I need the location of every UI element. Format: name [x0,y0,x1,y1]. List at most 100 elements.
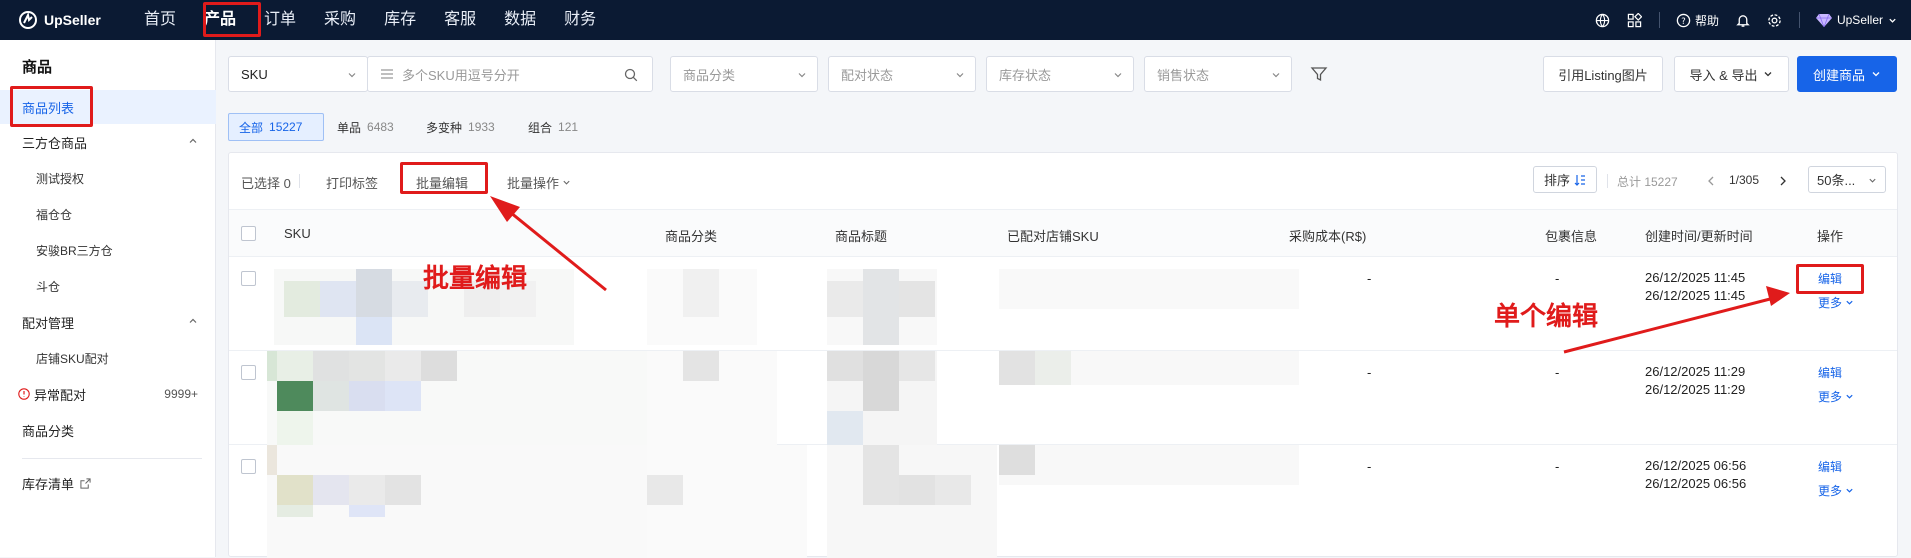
category-select[interactable]: 商品分类 [670,56,818,92]
edit-link[interactable]: 编辑 [1818,458,1842,475]
chevron-left-icon[interactable] [1705,175,1717,187]
col-created-updated: 创建时间/更新时间 [1645,229,1753,244]
create-product-button[interactable]: 创建商品 [1797,56,1897,92]
tab-single[interactable]: 单品 6483 [327,113,404,141]
page-size-select[interactable]: 50条... [1808,166,1886,193]
tab-label: 单品 [337,120,362,135]
more-actions-menu[interactable]: 更多 [1818,482,1854,499]
sku-search-placeholder: 多个SKU用逗号分开 [402,67,520,83]
sidebar-item-shop-sku-match[interactable]: 店铺SKU配对 [0,341,216,375]
divider [1658,12,1660,28]
sidebar-item-fucang[interactable]: 福仓仓 [0,197,216,231]
page-size-value: 50条... [1817,173,1856,188]
updated-time: 26/12/2025 06:56 [1645,476,1747,491]
external-link-icon [80,477,91,489]
stock-status-select[interactable]: 库存状态 [986,56,1134,92]
nav-data[interactable]: 数据 [490,0,550,40]
chevron-down-icon [1764,72,1772,77]
annotation-bulk-edit: 批量编辑 [423,264,528,294]
chevron-down-icon [348,73,356,78]
col-purchase-cost: 采购成本(R$) [1289,229,1367,244]
sidebar-item-anjun-br[interactable]: 安骏BR三方仓 [0,233,216,267]
search-icon[interactable] [624,68,638,82]
nav-customer-service[interactable]: 客服 [430,0,490,40]
tab-bundle[interactable]: 组合 121 [518,113,588,141]
import-export-label: 导入 & 导出 [1689,67,1758,83]
total-count: 总计 15227 [1617,175,1678,189]
divider [299,174,300,188]
chevron-down-icon [1846,488,1853,493]
chevron-up-icon [189,318,197,323]
tab-all[interactable]: 全部 15227 [228,113,324,141]
gear-icon[interactable] [1767,12,1783,28]
sidebar-item-label: 测试授权 [36,171,85,186]
sidebar-item-label: 福仓仓 [36,207,73,222]
main-nav: 首页 产品 订单 采购 库存 客服 数据 财务 [130,0,610,40]
row-checkbox[interactable] [241,459,256,474]
sku-search-input[interactable]: 多个SKU用逗号分开 [367,56,653,92]
table-header: SKU 商品分类 商品标题 已配对店铺SKU 采购成本(R$) 包裹信息 创建时… [229,209,1897,257]
sidebar-item-stock-list[interactable]: 库存清单 [0,466,216,500]
import-export-button[interactable]: 导入 & 导出 [1674,56,1789,92]
blurred-sku-image [267,351,647,445]
blurred-matched-sku [999,445,1299,485]
sidebar-item-match-management[interactable]: 配对管理 [0,305,216,339]
chevron-right-icon[interactable] [1777,175,1789,187]
select-all-checkbox[interactable] [241,226,256,241]
edit-link[interactable]: 编辑 [1818,364,1842,381]
nav-finance[interactable]: 财务 [550,0,610,40]
match-status-placeholder: 配对状态 [841,67,894,83]
category-placeholder: 商品分类 [683,67,736,83]
sidebar-item-test-auth[interactable]: 测试授权 [0,161,216,195]
sidebar-item-product-category[interactable]: 商品分类 [0,413,216,447]
tab-multi-variant[interactable]: 多变种 1933 [416,113,505,141]
row-checkbox[interactable] [241,365,256,380]
nav-products[interactable]: 产品 [190,0,250,40]
sale-status-select[interactable]: 销售状态 [1144,56,1292,92]
more-actions-menu[interactable]: 更多 [1818,294,1854,311]
col-package-info: 包裹信息 [1545,229,1598,244]
help-link[interactable]: ? 帮助 [1676,12,1719,29]
tab-label: 组合 [528,120,553,135]
sidebar-item-doucang[interactable]: 斗仓 [0,269,216,303]
more-actions-menu[interactable]: 更多 [1818,388,1854,405]
col-title: 商品标题 [835,229,888,244]
sidebar-item-product-list[interactable]: 商品列表 [0,90,216,124]
sidebar-item-label: 配对管理 [22,315,75,331]
divider [1607,174,1608,188]
bulk-operations-menu[interactable]: 批量操作 [507,173,571,192]
match-status-select[interactable]: 配对状态 [828,56,976,92]
sidebar-item-3pl-products[interactable]: 三方仓商品 [0,125,216,159]
row-checkbox[interactable] [241,271,256,286]
chevron-up-icon [189,138,197,143]
sku-type-select[interactable]: SKU [228,56,368,92]
blurred-category [647,351,777,445]
package-info: - [1555,459,1560,474]
top-right-tools: ? 帮助 UpSeller [1595,0,1897,40]
selected-count: 已选择 0 [241,176,291,191]
svg-text:?: ? [1681,15,1685,25]
tab-count: 1933 [468,120,495,134]
bell-icon[interactable] [1735,12,1751,28]
filter-icon[interactable] [1310,65,1328,83]
stock-status-placeholder: 库存状态 [999,67,1052,83]
sidebar-item-abnormal-match[interactable]: 异常配对 9999+ [0,377,216,411]
nav-inventory[interactable]: 库存 [370,0,430,40]
tab-count: 6483 [367,120,394,134]
apps-grid-icon[interactable] [1627,12,1643,28]
account-menu[interactable]: UpSeller [1815,13,1897,27]
use-listing-images-button[interactable]: 引用Listing图片 [1543,56,1663,92]
app-logo[interactable]: UpSeller [18,10,101,30]
sort-button[interactable]: 排序 [1533,166,1597,193]
globe-icon[interactable] [1595,12,1611,28]
help-label: 帮助 [1694,13,1719,28]
nav-home[interactable]: 首页 [130,0,190,40]
blurred-category [647,269,757,345]
print-label-button[interactable]: 打印标签 [326,173,378,192]
more-label: 更多 [1818,390,1843,404]
bulk-edit-button[interactable]: 批量编辑 [416,173,468,192]
nav-orders[interactable]: 订单 [250,0,310,40]
nav-purchase[interactable]: 采购 [310,0,370,40]
edit-link[interactable]: 编辑 [1818,270,1842,287]
updated-time: 26/12/2025 11:29 [1645,382,1746,397]
